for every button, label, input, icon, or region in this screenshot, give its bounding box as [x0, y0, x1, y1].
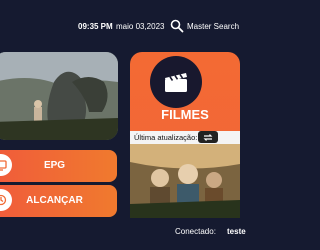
top-bar: 09:35 PM maio 03,2023 Master Search: [0, 18, 250, 36]
movies-title: FILMES: [161, 107, 209, 122]
master-search-link[interactable]: Master Search: [187, 22, 239, 31]
featured-artwork: [0, 52, 118, 140]
current-date: maio 03,2023: [116, 22, 165, 31]
live-tv-card[interactable]: [0, 52, 118, 140]
movies-poster: [130, 144, 240, 218]
search-icon[interactable]: [170, 19, 184, 33]
refresh-icon[interactable]: [198, 131, 218, 143]
clock-time: 09:35 PM: [78, 22, 113, 31]
last-update-label: Última atualização:: [134, 133, 198, 142]
catch-up-label: ALCANÇAR: [26, 195, 83, 206]
clapperboard-icon: [150, 56, 202, 108]
connected-label: Conectado:: [175, 227, 216, 236]
epg-label: EPG: [43, 160, 66, 171]
catch-up-button[interactable]: ALCANÇAR: [0, 185, 117, 217]
epg-button[interactable]: EPG: [0, 150, 117, 182]
connected-user: teste: [227, 227, 246, 236]
